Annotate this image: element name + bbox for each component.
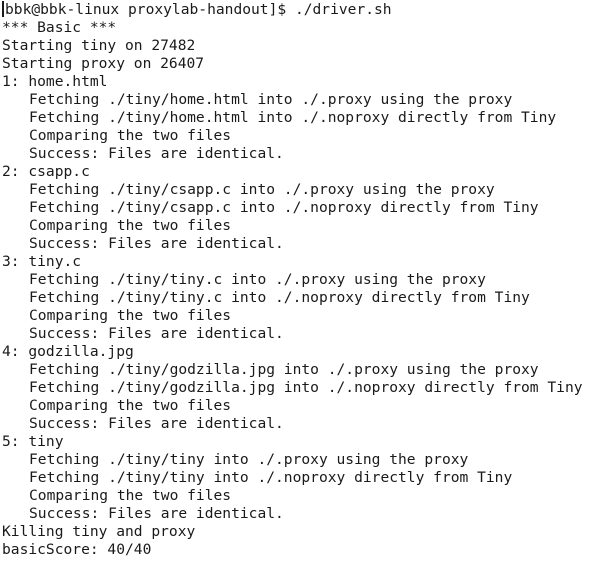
output-line: Comparing the two files [29, 127, 232, 144]
success-line: Success: Files are identical. [29, 415, 284, 432]
output-line: Fetching ./tiny/tiny into ./.proxy using… [29, 451, 469, 468]
output-line: Fetching ./tiny/tiny into ./.noproxy dir… [29, 469, 513, 486]
output-line: Starting tiny on 27482 [2, 37, 196, 54]
output-line: Starting proxy on 26407 [2, 55, 205, 72]
test-case-header: 1: home.html [2, 73, 108, 90]
success-line: Success: Files are identical. [29, 505, 284, 522]
test-case-header: 2: csapp.c [2, 163, 90, 180]
command-prompt: bbk@bbk-linux proxylab-handout]$ ./drive… [5, 1, 392, 18]
success-line: Success: Files are identical. [29, 235, 284, 252]
output-line: Fetching ./tiny/csapp.c into ./.proxy us… [29, 181, 495, 198]
output-line: Fetching ./tiny/csapp.c into ./.noproxy … [29, 199, 539, 216]
output-line: Comparing the two files [29, 487, 232, 504]
output-line: Fetching ./tiny/home.html into ./.noprox… [29, 109, 557, 126]
command-prompt-line: bbk@bbk-linux proxylab-handout]$ ./drive… [2, 1, 583, 19]
terminal-output: bbk@bbk-linux proxylab-handout]$ ./drive… [2, 1, 583, 559]
output-line: Fetching ./tiny/godzilla.jpg into ./.nop… [29, 379, 583, 396]
section-header-line: *** Basic *** [2, 19, 117, 36]
output-line: Comparing the two files [29, 397, 232, 414]
output-line: Comparing the two files [29, 217, 232, 234]
output-line: Fetching ./tiny/home.html into ./.proxy … [29, 91, 513, 108]
output-line: Fetching ./tiny/tiny.c into ./.noproxy d… [29, 289, 530, 306]
test-case-header: 4: godzilla.jpg [2, 343, 134, 360]
test-case-header: 3: tiny.c [2, 253, 82, 270]
score-line: basicScore: 40/40 [2, 541, 152, 558]
prompt-bracket-icon [2, 1, 4, 17]
output-line: Killing tiny and proxy [2, 523, 196, 540]
test-case-header: 5: tiny [2, 433, 64, 450]
output-line: Fetching ./tiny/godzilla.jpg into ./.pro… [29, 361, 539, 378]
success-line: Success: Files are identical. [29, 325, 284, 342]
success-line: Success: Files are identical. [29, 145, 284, 162]
terminal-window[interactable]: bbk@bbk-linux proxylab-handout]$ ./drive… [0, 0, 609, 569]
output-line: Comparing the two files [29, 307, 232, 324]
output-line: Fetching ./tiny/tiny.c into ./.proxy usi… [29, 271, 486, 288]
